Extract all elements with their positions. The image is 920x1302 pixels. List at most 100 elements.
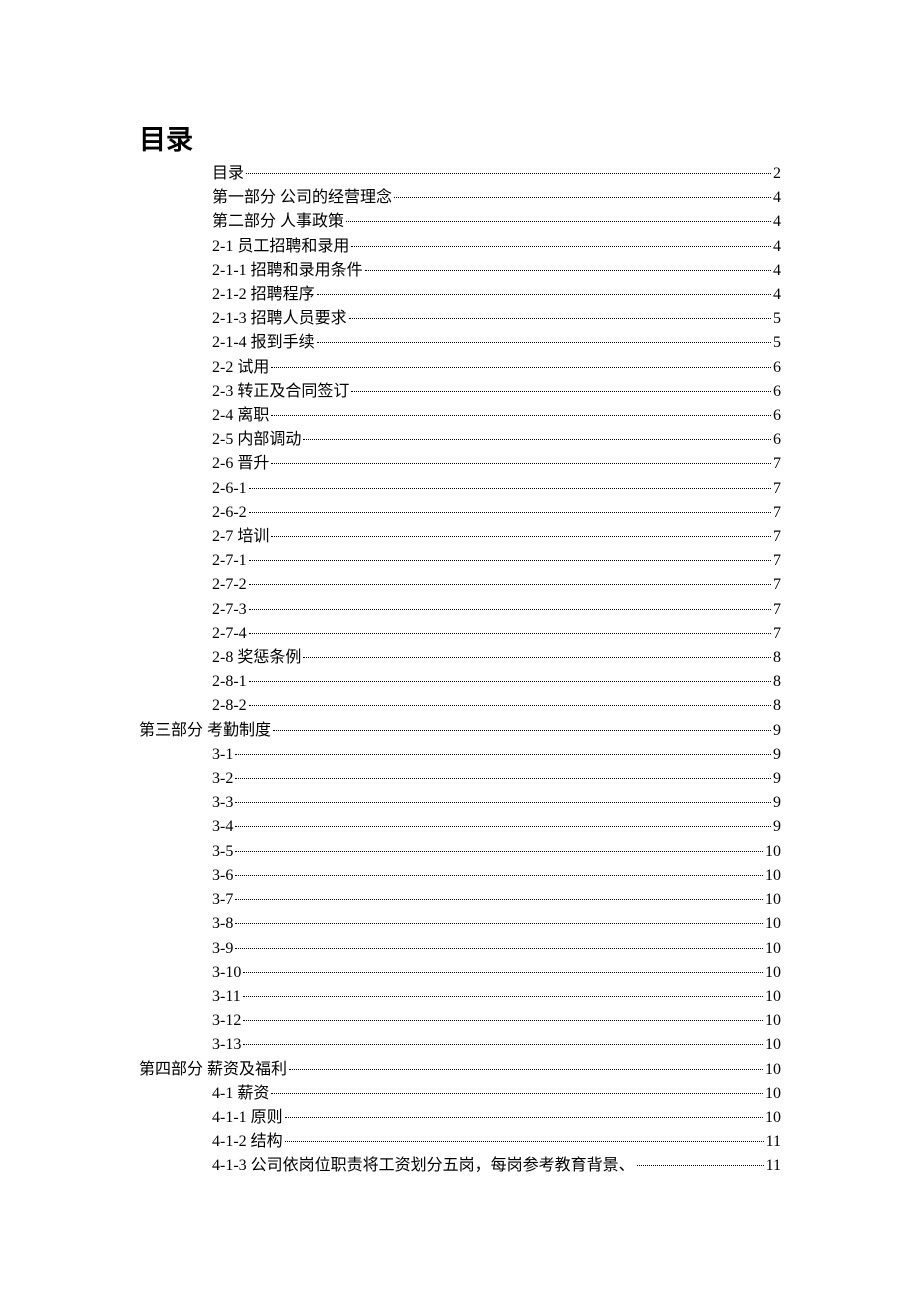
toc-leader bbox=[235, 851, 763, 852]
toc-leader bbox=[235, 802, 771, 803]
toc-entry-label: 4-1-2 结构 bbox=[212, 1130, 283, 1154]
toc-entry-label: 2-2 试用 bbox=[212, 356, 269, 380]
toc-entry-page: 10 bbox=[765, 1033, 781, 1057]
toc-leader bbox=[249, 705, 771, 706]
toc-entry-label: 2-7-3 bbox=[212, 598, 247, 622]
toc-entry[interactable]: 3-1010 bbox=[139, 961, 781, 985]
toc-leader bbox=[243, 1020, 763, 1021]
page-title: 目录 bbox=[139, 118, 193, 157]
toc-entry-page: 7 bbox=[773, 452, 781, 476]
toc-entry[interactable]: 目录2 bbox=[139, 162, 781, 186]
toc-entry-page: 10 bbox=[765, 1058, 781, 1082]
toc-entry-page: 7 bbox=[773, 549, 781, 573]
toc-entry[interactable]: 3-9 10 bbox=[139, 937, 781, 961]
toc-entry[interactable]: 2-7-37 bbox=[139, 598, 781, 622]
toc-leader bbox=[394, 197, 771, 198]
toc-entry-label: 3-9 bbox=[212, 937, 233, 961]
toc-entry-label: 2-7-1 bbox=[212, 549, 247, 573]
toc-entry[interactable]: 3-510 bbox=[139, 840, 781, 864]
toc-entry[interactable]: 2-5 内部调动6 bbox=[139, 428, 781, 452]
toc-entry[interactable]: 2-7 培训 7 bbox=[139, 525, 781, 549]
toc-leader bbox=[349, 318, 771, 319]
toc-entry-label: 2-6-1 bbox=[212, 477, 247, 501]
toc-entry[interactable]: 4-1-2 结构 11 bbox=[139, 1130, 781, 1154]
toc-leader bbox=[235, 875, 763, 876]
toc-entry-label: 3-2 bbox=[212, 767, 233, 791]
toc-entry-label: 2-7-2 bbox=[212, 573, 247, 597]
toc-entry-page: 9 bbox=[773, 791, 781, 815]
toc-entry-page: 8 bbox=[773, 646, 781, 670]
toc-entry-label: 3-10 bbox=[212, 961, 241, 985]
toc-entry[interactable]: 2-6 晋升7 bbox=[139, 452, 781, 476]
toc-entry[interactable]: 2-7-1 7 bbox=[139, 549, 781, 573]
toc-leader bbox=[249, 488, 771, 489]
toc-leader bbox=[351, 246, 771, 247]
toc-entry-page: 9 bbox=[773, 815, 781, 839]
toc-entry[interactable]: 3-1210 bbox=[139, 1009, 781, 1033]
toc-leader bbox=[303, 657, 771, 658]
toc-leader bbox=[243, 972, 763, 973]
toc-entry[interactable]: 3-19 bbox=[139, 743, 781, 767]
toc-entry-label: 2-7 培训 bbox=[212, 525, 269, 549]
toc-leader bbox=[235, 923, 763, 924]
toc-entry-label: 2-3 转正及合同签订 bbox=[212, 380, 349, 404]
toc-entry[interactable]: 第二部分 人事政策4 bbox=[139, 210, 781, 234]
toc-entry-label: 2-7-4 bbox=[212, 622, 247, 646]
toc-entry-label: 第一部分 公司的经营理念 bbox=[212, 186, 392, 210]
toc-entry-label: 2-8-1 bbox=[212, 670, 247, 694]
toc-entry[interactable]: 3-1310 bbox=[139, 1033, 781, 1057]
toc-entry[interactable]: 2-3 转正及合同签订6 bbox=[139, 380, 781, 404]
toc-entry[interactable]: 第三部分 考勤制度9 bbox=[139, 719, 781, 743]
toc-entry-label: 第三部分 考勤制度 bbox=[139, 719, 271, 743]
toc-entry[interactable]: 2-4 离职6 bbox=[139, 404, 781, 428]
toc-entry[interactable]: 3-710 bbox=[139, 888, 781, 912]
toc-entry-label: 3-6 bbox=[212, 864, 233, 888]
toc-entry[interactable]: 4-1 薪资10 bbox=[139, 1082, 781, 1106]
toc-entry[interactable]: 2-6-17 bbox=[139, 477, 781, 501]
toc-entry[interactable]: 3-1110 bbox=[139, 985, 781, 1009]
toc-entry[interactable]: 4-1-1 原则10 bbox=[139, 1106, 781, 1130]
toc-entry[interactable]: 2-1-2 招聘程序4 bbox=[139, 283, 781, 307]
toc-entry[interactable]: 2-8-28 bbox=[139, 694, 781, 718]
toc-leader bbox=[249, 633, 771, 634]
toc-entry[interactable]: 第一部分 公司的经营理念4 bbox=[139, 186, 781, 210]
toc-entry[interactable]: 2-1 员工招聘和录用4 bbox=[139, 235, 781, 259]
toc-entry[interactable]: 2-1-4 报到手续5 bbox=[139, 331, 781, 355]
toc-entry[interactable]: 2-8 奖惩条例8 bbox=[139, 646, 781, 670]
toc-entry-label: 2-5 内部调动 bbox=[212, 428, 301, 452]
toc-leader bbox=[317, 294, 771, 295]
toc-entry[interactable]: 2-1-3 招聘人员要求5 bbox=[139, 307, 781, 331]
toc-leader bbox=[249, 584, 771, 585]
toc-entry[interactable]: 2-8-18 bbox=[139, 670, 781, 694]
toc-entry[interactable]: 2-1-1 招聘和录用条件4 bbox=[139, 259, 781, 283]
toc-entry-page: 10 bbox=[765, 912, 781, 936]
toc-entry-label: 2-1 员工招聘和录用 bbox=[212, 235, 349, 259]
toc-entry[interactable]: 2-7-27 bbox=[139, 573, 781, 597]
toc-leader bbox=[637, 1165, 764, 1166]
toc-entry-label: 目录 bbox=[212, 162, 244, 186]
toc-leader bbox=[351, 391, 771, 392]
toc-entry-page: 10 bbox=[765, 937, 781, 961]
toc-entry[interactable]: 2-2 试用6 bbox=[139, 356, 781, 380]
toc-entry-page: 4 bbox=[773, 259, 781, 283]
toc-entry[interactable]: 4-1-3 公司依岗位职责将工资划分五岗，每岗参考教育背景、11 bbox=[139, 1154, 781, 1178]
toc-entry-label: 第二部分 人事政策 bbox=[212, 210, 344, 234]
toc-entry[interactable]: 2-7-47 bbox=[139, 622, 781, 646]
toc-entry[interactable]: 2-6-27 bbox=[139, 501, 781, 525]
toc-entry[interactable]: 3-29 bbox=[139, 767, 781, 791]
toc-entry-page: 6 bbox=[773, 404, 781, 428]
toc-leader bbox=[249, 681, 771, 682]
toc-entry[interactable]: 3-39 bbox=[139, 791, 781, 815]
toc-entry-label: 2-8-2 bbox=[212, 694, 247, 718]
toc-entry-page: 5 bbox=[773, 331, 781, 355]
toc-entry-page: 4 bbox=[773, 283, 781, 307]
toc-entry[interactable]: 3-610 bbox=[139, 864, 781, 888]
toc-entry-page: 11 bbox=[766, 1130, 781, 1154]
toc-entry[interactable]: 3-8 10 bbox=[139, 912, 781, 936]
toc-entry-label: 3-8 bbox=[212, 912, 233, 936]
table-of-contents: 目录2第一部分 公司的经营理念4第二部分 人事政策42-1 员工招聘和录用42-… bbox=[139, 162, 781, 1179]
toc-entry-page: 10 bbox=[765, 888, 781, 912]
toc-entry[interactable]: 第四部分 薪资及福利10 bbox=[139, 1058, 781, 1082]
toc-entry[interactable]: 3-49 bbox=[139, 815, 781, 839]
toc-entry-page: 7 bbox=[773, 525, 781, 549]
